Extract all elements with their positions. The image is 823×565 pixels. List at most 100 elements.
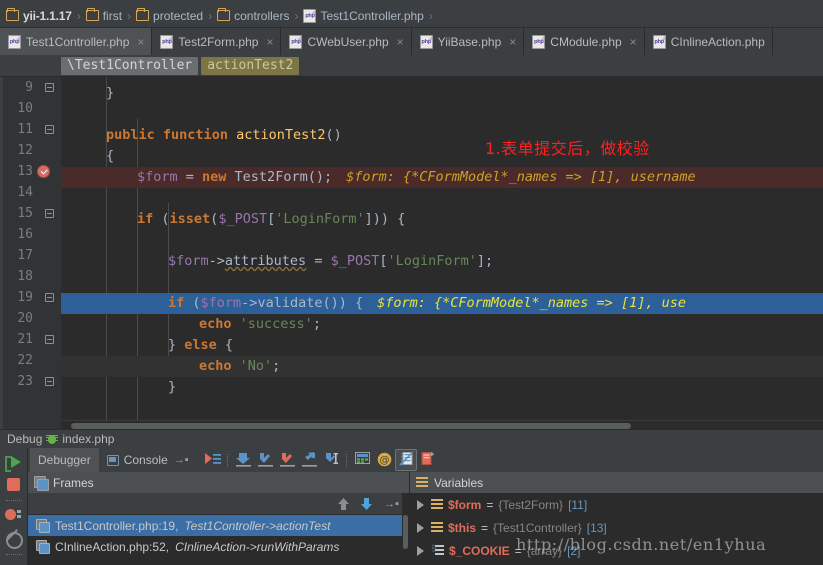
variable-name: $this: [448, 520, 477, 535]
mute-breakpoints-icon[interactable]: [5, 531, 23, 549]
debug-title: Debug: [7, 432, 43, 446]
variable-form: $form: [137, 169, 178, 185]
step-over-icon[interactable]: [232, 449, 254, 471]
frames-pane: Frames →▪ Test1Controller.php:19, Test1C…: [28, 472, 410, 565]
chevron-right-icon[interactable]: [417, 499, 424, 510]
close-icon[interactable]: ×: [266, 36, 273, 48]
breadcrumb-item-file[interactable]: Test1Controller.php: [301, 4, 425, 27]
code-line-18[interactable]: [61, 272, 823, 293]
editor-horizontal-scrollbar[interactable]: [61, 420, 823, 429]
breakpoint-icon[interactable]: [37, 165, 50, 178]
evaluate-expression-icon[interactable]: [351, 449, 373, 471]
code-line-23[interactable]: }: [61, 377, 823, 398]
close-icon[interactable]: ×: [137, 36, 144, 48]
mute-breakpoints-icon[interactable]: 1 2 3: [394, 449, 417, 471]
chevron-right-icon[interactable]: [417, 522, 424, 533]
code-line-16[interactable]: [61, 230, 823, 251]
code-line-17[interactable]: $form->attributes = $_POST['LoginForm'];: [61, 251, 823, 272]
fold-marker-icon[interactable]: [45, 335, 54, 344]
fold-marker-icon[interactable]: [45, 125, 54, 134]
code-line-9[interactable]: }: [61, 83, 823, 104]
variables-pane-body[interactable]: $form = {Test2Form} [11] $this = {Test1C…: [410, 493, 823, 565]
editor-tab-label: YiiBase.php: [437, 34, 502, 49]
variables-icon: [416, 477, 428, 488]
code-line-22[interactable]: echo 'No';: [61, 356, 823, 377]
run-to-cursor-icon[interactable]: [320, 449, 342, 471]
stop-icon[interactable]: [5, 477, 23, 493]
editor-tab-cinlineaction[interactable]: CInlineAction.php: [644, 28, 773, 55]
frame-icon: [36, 519, 50, 533]
step-out-icon[interactable]: [298, 449, 320, 471]
frame-file: Test1Controller.php:19,: [55, 518, 179, 533]
tab-console[interactable]: Console →▪: [99, 448, 197, 472]
nav-method-chip[interactable]: actionTest2: [201, 56, 300, 75]
scrollbar-thumb[interactable]: [71, 423, 631, 429]
code-line-14[interactable]: [61, 188, 823, 209]
rerun-icon[interactable]: [4, 454, 23, 472]
at-watches-icon[interactable]: @: [373, 449, 395, 471]
code-line-12[interactable]: {: [61, 146, 823, 167]
editor-gutter[interactable]: 9 10 11 12 13 14 15 16 17 18 19 20 21 22…: [3, 77, 61, 429]
thread-down-icon[interactable]: [360, 497, 373, 511]
frame-row[interactable]: CInlineAction.php:52, CInlineAction->run…: [28, 536, 409, 557]
close-icon[interactable]: ×: [630, 36, 637, 48]
breadcrumb-label: controllers: [234, 8, 290, 23]
fold-marker-icon[interactable]: [45, 209, 54, 218]
paren-open: (: [184, 295, 201, 311]
breadcrumb-item-yii[interactable]: yii-1.1.17: [4, 4, 74, 27]
chevron-right-icon[interactable]: [417, 545, 424, 556]
frames-pane-body[interactable]: →▪ Test1Controller.php:19, Test1Controll…: [28, 493, 409, 565]
close-icon[interactable]: ×: [397, 36, 404, 48]
line-number: 14: [17, 185, 33, 200]
settings-icon[interactable]: [417, 449, 439, 471]
variable-row-cookie[interactable]: $_COOKIE = {array} [2]: [410, 539, 823, 562]
pin-icon[interactable]: →▪: [384, 498, 399, 510]
inline-debug-value: $form: {*CFormModel*_names => [1], use: [377, 295, 686, 311]
equals-sign: =: [486, 497, 494, 512]
frame-row-selected[interactable]: Test1Controller.php:19, Test1Controller-…: [28, 515, 409, 536]
line-number: 12: [17, 143, 33, 158]
breadcrumb-item-first[interactable]: first: [84, 4, 124, 27]
code-line-21[interactable]: } else {: [61, 335, 823, 356]
variable-row-this[interactable]: $this = {Test1Controller} [13]: [410, 516, 823, 539]
editor-tab-test2form[interactable]: Test2Form.php ×: [152, 28, 282, 55]
code-line-10[interactable]: [61, 104, 823, 125]
pin-icon[interactable]: →▪: [174, 454, 189, 466]
code-line-13[interactable]: $form = new Test2Form(); $form: {*CFormMo…: [61, 167, 823, 188]
force-step-into-icon[interactable]: [276, 449, 298, 471]
scrollbar-thumb[interactable]: [403, 515, 408, 549]
fold-marker-icon[interactable]: [45, 377, 54, 386]
variable-row-form[interactable]: $form = {Test2Form} [11]: [410, 493, 823, 516]
fold-marker-icon[interactable]: [45, 83, 54, 92]
close-icon[interactable]: ×: [509, 36, 516, 48]
folder-icon: [136, 8, 150, 21]
code-line-19[interactable]: if ($form->validate()) {$form: {*CFormMo…: [61, 293, 823, 314]
frames-vertical-scrollbar[interactable]: [402, 493, 409, 565]
code-line-20[interactable]: echo 'success';: [61, 314, 823, 335]
code-line-15[interactable]: if (isset($_POST['LoginForm'])) {: [61, 209, 823, 230]
code-editor[interactable]: 9 10 11 12 13 14 15 16 17 18 19 20 21 22…: [0, 77, 823, 429]
editor-code-area[interactable]: } public function actionTest2() { $form …: [61, 77, 823, 429]
step-into-icon[interactable]: [254, 449, 276, 471]
breadcrumb-separator: ›: [428, 8, 433, 23]
code-line-11[interactable]: public function actionTest2(): [61, 125, 823, 146]
nav-class-chip[interactable]: \Test1Controller: [61, 56, 199, 75]
equals-sign: =: [514, 543, 522, 558]
thread-up-icon[interactable]: [337, 497, 350, 511]
editor-tab-yiibase[interactable]: YiiBase.php ×: [411, 28, 525, 55]
frame-method: Test1Controller->actionTest: [184, 518, 331, 533]
fold-marker-icon[interactable]: [45, 293, 54, 302]
tab-debugger[interactable]: Debugger: [30, 448, 99, 472]
paren-open: (: [153, 211, 170, 227]
editor-tab-cwebuser[interactable]: CWebUser.php ×: [281, 28, 412, 55]
debug-main-area: Debugger Console →▪ @ 1 2 Frames →▪ Test…: [28, 448, 823, 565]
show-execution-point-icon[interactable]: [201, 449, 223, 471]
breadcrumb-item-controllers[interactable]: controllers: [215, 4, 291, 27]
breadcrumb-item-protected[interactable]: protected: [134, 4, 205, 27]
bracket-close: ];: [476, 253, 494, 269]
view-breakpoints-icon[interactable]: [4, 508, 23, 524]
editor-tab-cmodule[interactable]: CModule.php ×: [524, 28, 645, 55]
editor-tab-test1controller[interactable]: Test1Controller.php ×: [0, 28, 153, 55]
